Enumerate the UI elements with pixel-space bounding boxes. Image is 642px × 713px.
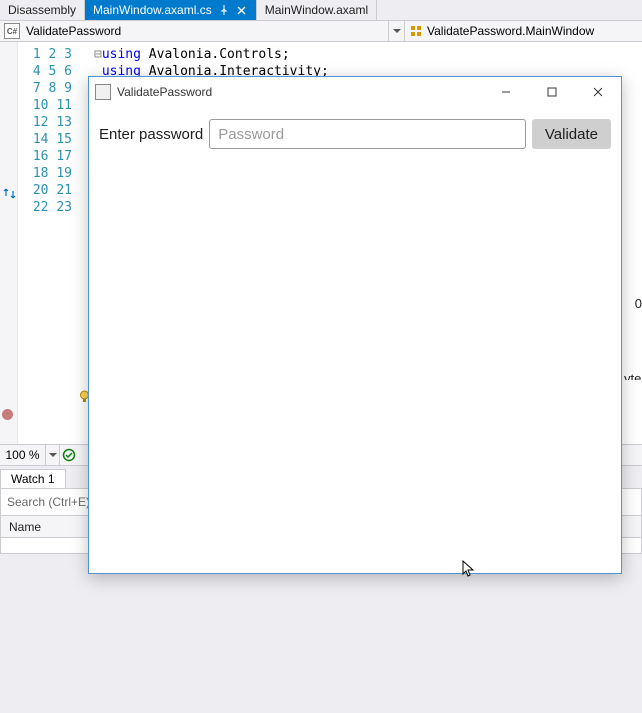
cutoff-text: 0 yte <box>624 296 642 380</box>
class-icon <box>409 24 423 38</box>
nav-member-dropdown[interactable]: ValidatePassword.MainWindow <box>405 21 642 41</box>
minimize-button[interactable] <box>483 77 529 107</box>
zoom-level[interactable]: 100 % <box>0 445 46 465</box>
tab-label: MainWindow.axaml <box>265 3 368 17</box>
tab-mainwindow-axaml[interactable]: MainWindow.axaml <box>257 0 377 20</box>
password-label: Enter password <box>99 126 203 143</box>
pin-icon[interactable] <box>218 4 230 16</box>
chevron-down-icon[interactable] <box>388 21 404 41</box>
keyword: using <box>102 47 141 62</box>
glyph-margin <box>0 42 18 444</box>
password-input[interactable] <box>209 119 526 149</box>
tab-disassembly[interactable]: Disassembly <box>0 0 85 20</box>
swap-icon[interactable] <box>2 186 16 200</box>
validate-button[interactable]: Validate <box>532 119 611 149</box>
watch-tab-label: Watch 1 <box>11 472 55 486</box>
maximize-button[interactable] <box>529 77 575 107</box>
watch-tab[interactable]: Watch 1 <box>0 469 66 488</box>
document-tab-bar: Disassembly MainWindow.axaml.cs MainWind… <box>0 0 642 20</box>
app-window-validatepassword: ValidatePassword Enter password Validate <box>88 76 622 574</box>
nav-member-label: ValidatePassword.MainWindow <box>427 24 594 38</box>
close-button[interactable] <box>575 77 621 107</box>
zoom-dropdown[interactable] <box>46 445 60 465</box>
fold-icon[interactable]: ⊟ <box>94 47 102 62</box>
tab-label: Disassembly <box>8 3 76 17</box>
titlebar[interactable]: ValidatePassword <box>89 77 621 107</box>
breakpoint-icon[interactable] <box>0 407 14 421</box>
code-text: Avalonia.Controls; <box>141 47 290 62</box>
app-icon <box>95 84 111 100</box>
nav-scope-dropdown[interactable]: C# ValidatePassword <box>0 21 405 41</box>
watch-col-name: Name <box>9 520 41 534</box>
tab-label: MainWindow.axaml.cs <box>93 3 212 17</box>
watch-search-placeholder: Search (Ctrl+E) <box>7 495 90 509</box>
no-issues-icon[interactable] <box>60 445 78 465</box>
nav-scope-label: ValidatePassword <box>24 24 388 38</box>
csharp-file-icon: C# <box>4 23 20 39</box>
window-title: ValidatePassword <box>117 85 483 99</box>
line-numbers: 1 2 3 4 5 6 7 8 9 10 11 12 13 14 15 16 1… <box>18 42 78 444</box>
tab-mainwindow-cs[interactable]: MainWindow.axaml.cs <box>85 0 257 20</box>
close-icon[interactable] <box>236 4 248 16</box>
window-content: Enter password Validate <box>89 107 621 161</box>
navigation-bar: C# ValidatePassword ValidatePassword.Mai… <box>0 20 642 42</box>
zoom-value: 100 % <box>5 448 39 462</box>
